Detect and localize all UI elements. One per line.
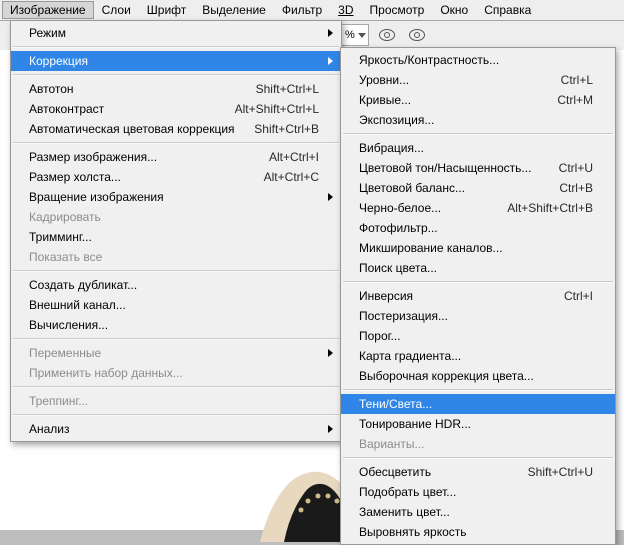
item-autocolor[interactable]: Автоматическая цветовая коррекцияShift+C… [11, 119, 341, 139]
separator [13, 270, 339, 272]
item-mode[interactable]: Режим [11, 23, 341, 43]
item-rotate[interactable]: Вращение изображения [11, 187, 341, 207]
separator [343, 389, 613, 391]
item-brightness[interactable]: Яркость/Контрастность... [341, 50, 615, 70]
menu-type[interactable]: Шрифт [139, 1, 194, 19]
menu-window[interactable]: Окно [432, 1, 476, 19]
image-menu-dropdown: Режим Коррекция АвтотонShift+Ctrl+L Авто… [10, 20, 342, 442]
pct-suffix: % [345, 29, 355, 41]
separator [343, 133, 613, 135]
item-imagesize[interactable]: Размер изображения...Alt+Ctrl+I [11, 147, 341, 167]
item-canvassize[interactable]: Размер холста...Alt+Ctrl+C [11, 167, 341, 187]
item-poster[interactable]: Постеризация... [341, 306, 615, 326]
pct-dropdown[interactable]: % [340, 24, 369, 46]
item-inversion[interactable]: ИнверсияCtrl+I [341, 286, 615, 306]
item-photo[interactable]: Фотофильтр... [341, 218, 615, 238]
chevron-down-icon [358, 33, 366, 38]
item-revealall[interactable]: Показать все [11, 247, 341, 267]
item-shadows-highlights[interactable]: Тени/Света... [341, 394, 615, 414]
item-replace[interactable]: Заменить цвет... [341, 502, 615, 522]
menu-select[interactable]: Выделение [194, 1, 274, 19]
item-equalize[interactable]: Выровнять яркость [341, 522, 615, 542]
item-bw[interactable]: Черно-белое...Alt+Shift+Ctrl+B [341, 198, 615, 218]
menu-image[interactable]: Изображение [2, 1, 94, 19]
item-autotone[interactable]: АвтотонShift+Ctrl+L [11, 79, 341, 99]
item-hue[interactable]: Цветовой тон/Насыщенность...Ctrl+U [341, 158, 615, 178]
item-adjustments[interactable]: Коррекция [11, 51, 341, 71]
separator [13, 46, 339, 48]
separator [343, 281, 613, 283]
separator [13, 386, 339, 388]
item-trap[interactable]: Треппинг... [11, 391, 341, 411]
item-duplicate[interactable]: Создать дубликат... [11, 275, 341, 295]
item-analysis[interactable]: Анализ [11, 419, 341, 439]
item-curves[interactable]: Кривые...Ctrl+M [341, 90, 615, 110]
item-mixer[interactable]: Микширование каналов... [341, 238, 615, 258]
menu-layers[interactable]: Слои [94, 1, 139, 19]
item-crop[interactable]: Кадрировать [11, 207, 341, 227]
item-threshold[interactable]: Порог... [341, 326, 615, 346]
item-match[interactable]: Подобрать цвет... [341, 482, 615, 502]
separator [13, 414, 339, 416]
item-desat[interactable]: ОбесцветитьShift+Ctrl+U [341, 462, 615, 482]
menu-help[interactable]: Справка [476, 1, 539, 19]
item-calc[interactable]: Вычисления... [11, 315, 341, 335]
item-selective[interactable]: Выборочная коррекция цвета... [341, 366, 615, 386]
item-variants[interactable]: Варианты... [341, 434, 615, 454]
eye-icon [379, 29, 395, 41]
item-apply[interactable]: Внешний канал... [11, 295, 341, 315]
adjustments-submenu: Яркость/Контрастность... Уровни...Ctrl+L… [340, 47, 616, 545]
item-levels[interactable]: Уровни...Ctrl+L [341, 70, 615, 90]
view-icon-1[interactable] [375, 24, 399, 46]
separator [13, 74, 339, 76]
item-hdr[interactable]: Тонирование HDR... [341, 414, 615, 434]
separator [343, 457, 613, 459]
item-lookup[interactable]: Поиск цвета... [341, 258, 615, 278]
item-exposure[interactable]: Экспозиция... [341, 110, 615, 130]
item-vars[interactable]: Переменные [11, 343, 341, 363]
item-autocontrast[interactable]: АвтоконтрастAlt+Shift+Ctrl+L [11, 99, 341, 119]
item-trim[interactable]: Тримминг... [11, 227, 341, 247]
separator [13, 338, 339, 340]
menubar: Изображение Слои Шрифт Выделение Фильтр … [0, 0, 624, 21]
separator [13, 142, 339, 144]
item-vibrance[interactable]: Вибрация... [341, 138, 615, 158]
item-balance[interactable]: Цветовой баланс...Ctrl+B [341, 178, 615, 198]
menu-view[interactable]: Просмотр [362, 1, 433, 19]
item-applyset[interactable]: Применить набор данных... [11, 363, 341, 383]
item-gradient[interactable]: Карта градиента... [341, 346, 615, 366]
menu-3d[interactable]: 3D [330, 1, 361, 19]
view-icon-2[interactable] [405, 24, 429, 46]
menu-filter[interactable]: Фильтр [274, 1, 330, 19]
eye-icon [409, 29, 425, 41]
